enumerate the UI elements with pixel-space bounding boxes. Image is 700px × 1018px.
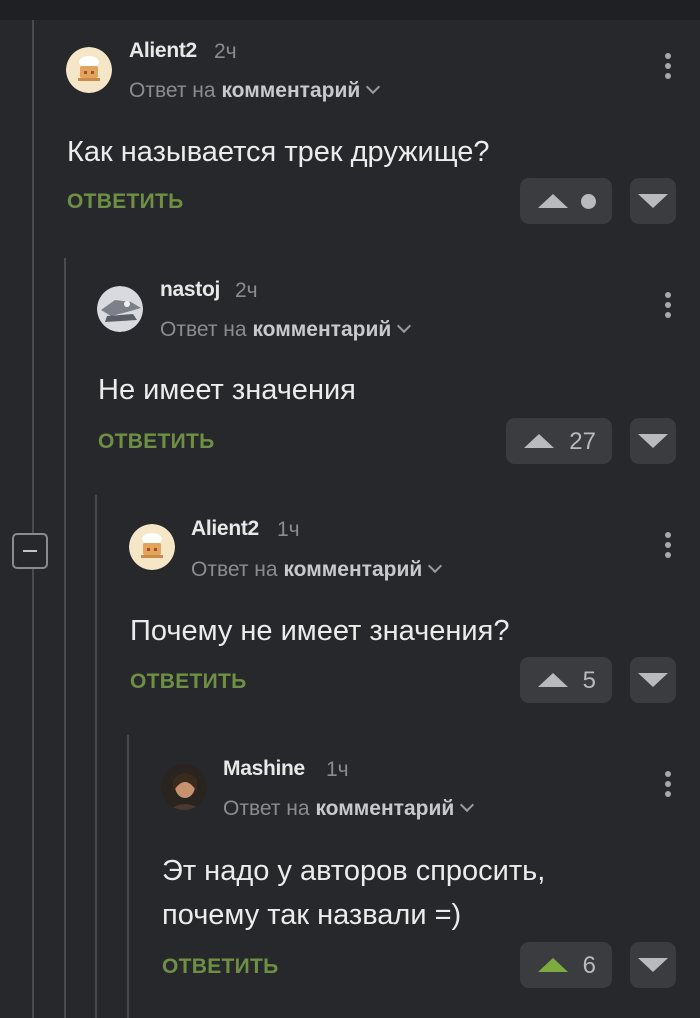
comment-text: Не имеет значения: [98, 374, 356, 406]
username[interactable]: Alient2: [129, 39, 197, 63]
user-avatar[interactable]: [97, 286, 143, 332]
comment-time: 1ч: [326, 758, 349, 781]
top-bar: [0, 0, 700, 20]
comment-text: Как называется трек дружище?: [67, 136, 490, 168]
thread-line: [64, 258, 66, 1018]
username[interactable]: Mashine: [223, 757, 305, 781]
reply-button[interactable]: ОТВЕТИТЬ: [98, 430, 215, 454]
comment-time: 1ч: [277, 518, 300, 541]
reply-button[interactable]: ОТВЕТИТЬ: [67, 190, 184, 214]
chef-avatar-icon: [129, 524, 175, 570]
arrow-down-icon: [638, 958, 668, 972]
thread-line: [127, 735, 129, 1018]
reply-prefix: Ответ на: [129, 79, 216, 102]
reply-prefix: Ответ на: [223, 797, 310, 820]
photo-avatar-icon: [97, 286, 143, 332]
comment-time: 2ч: [235, 279, 258, 302]
reply-target[interactable]: комментарий: [315, 797, 454, 820]
reply-to-link[interactable]: Ответ на комментарий: [129, 79, 381, 103]
arrow-down-icon: [638, 194, 668, 208]
arrow-up-icon: [538, 958, 568, 972]
reply-button[interactable]: ОТВЕТИТЬ: [130, 670, 247, 694]
reply-to-link[interactable]: Ответ на комментарий: [223, 797, 475, 821]
reply-to-link[interactable]: Ответ на комментарий: [191, 558, 443, 582]
reply-prefix: Ответ на: [160, 318, 247, 341]
downvote-button[interactable]: [630, 178, 676, 224]
more-options-icon[interactable]: [665, 771, 673, 801]
comment-text-line-1: Эт надо у авторов спросить,: [162, 855, 546, 887]
upvote-button[interactable]: 5: [520, 657, 612, 703]
upvote-button-active[interactable]: 6: [520, 942, 612, 988]
downvote-button[interactable]: [630, 942, 676, 988]
reply-to-link[interactable]: Ответ на комментарий: [160, 318, 412, 342]
upvote-button[interactable]: [520, 178, 612, 224]
photo-avatar-icon: [161, 764, 207, 810]
arrow-down-icon: [638, 434, 668, 448]
comment-text: Почему не имеет значения?: [130, 615, 510, 647]
chevron-down-icon: [397, 318, 412, 334]
minus-icon: [23, 550, 37, 552]
rating-count: 5: [582, 667, 596, 694]
thread-line: [32, 20, 34, 1018]
arrow-down-icon: [638, 673, 668, 687]
more-options-icon[interactable]: [665, 53, 673, 83]
rating-count: 6: [582, 952, 596, 979]
chef-avatar-icon: [66, 47, 112, 93]
rating-hidden-dot: [581, 194, 596, 209]
collapse-thread-button[interactable]: [12, 533, 48, 569]
upvote-button[interactable]: 27: [506, 418, 612, 464]
user-avatar[interactable]: [161, 764, 207, 810]
downvote-button[interactable]: [630, 657, 676, 703]
arrow-up-icon: [538, 194, 568, 208]
downvote-button[interactable]: [630, 418, 676, 464]
comment-time: 2ч: [214, 40, 237, 63]
chevron-down-icon: [460, 797, 475, 813]
reply-target[interactable]: комментарий: [221, 79, 360, 102]
reply-button[interactable]: ОТВЕТИТЬ: [162, 955, 279, 979]
reply-prefix: Ответ на: [191, 558, 278, 581]
rating-count: 27: [569, 428, 596, 455]
username[interactable]: Alient2: [191, 517, 259, 541]
more-options-icon[interactable]: [665, 532, 673, 562]
arrow-up-icon: [524, 434, 554, 448]
arrow-up-icon: [538, 673, 568, 687]
chevron-down-icon: [366, 79, 381, 95]
user-avatar[interactable]: [66, 47, 112, 93]
chevron-down-icon: [428, 558, 443, 574]
reply-target[interactable]: комментарий: [252, 318, 391, 341]
reply-target[interactable]: комментарий: [283, 558, 422, 581]
more-options-icon[interactable]: [665, 292, 673, 322]
comment-text-line-2: почему так назвали =): [162, 899, 462, 931]
user-avatar[interactable]: [129, 524, 175, 570]
thread-line: [95, 495, 97, 1018]
username[interactable]: nastoj: [160, 278, 220, 302]
